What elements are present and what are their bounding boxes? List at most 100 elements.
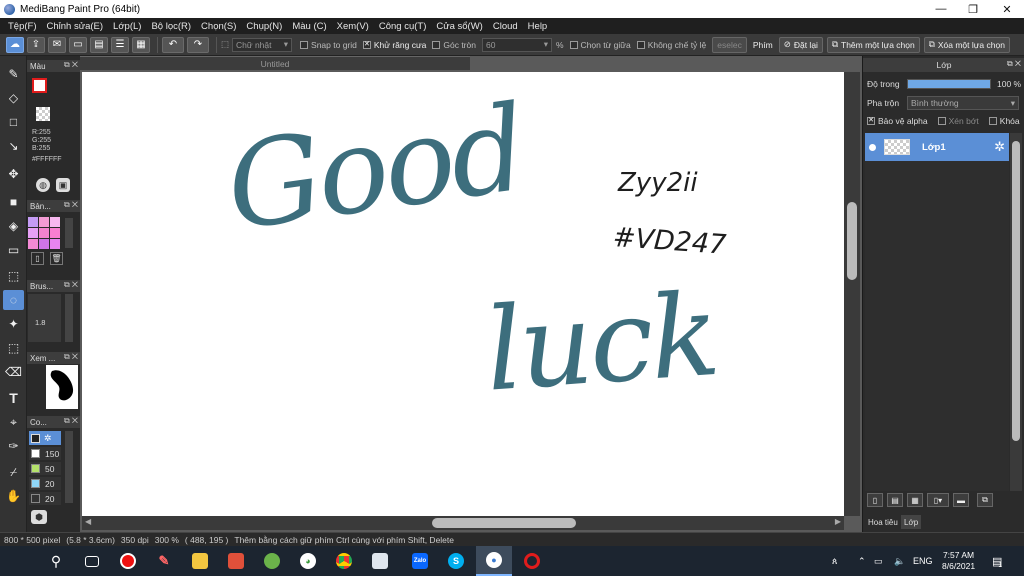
shape-dropdown[interactable]: Chữ nhật ▾ [232, 37, 293, 52]
select-pen-tool-icon[interactable]: ⬚ [3, 338, 24, 358]
lasso-tool-icon[interactable]: ◌ [3, 290, 24, 310]
zalo-app-icon[interactable]: Zalo [402, 546, 438, 576]
panel-controls-icon[interactable]: ⧉ ✕ [64, 280, 78, 290]
brush-tool-icon[interactable]: ✎ [3, 64, 24, 84]
chat-icon[interactable]: ▭ [69, 36, 87, 53]
palette-swatch[interactable] [39, 239, 49, 249]
gear-icon[interactable]: ✲ [994, 139, 1005, 155]
panel-controls-icon[interactable]: ⧉ ✕ [64, 60, 78, 70]
gear-icon[interactable]: ✲ [44, 433, 52, 444]
menu-color[interactable]: Màu (C) [287, 21, 331, 32]
palette-swatch[interactable] [50, 217, 60, 227]
menu-filter[interactable]: Bộ lọc(R) [146, 21, 196, 32]
game-app-icon[interactable] [218, 546, 254, 576]
protect-alpha-checkbox[interactable]: ✕ Bảo vệ alpha [867, 116, 928, 126]
add-layer-dropdown-icon[interactable]: ▯▾ [927, 493, 949, 507]
palette-swatch[interactable] [28, 228, 38, 238]
menu-cloud[interactable]: Cloud [488, 21, 523, 32]
deselect-button[interactable]: eselec [712, 36, 747, 53]
divide-tool-icon[interactable]: ✑ [3, 436, 24, 456]
language-indicator[interactable]: ENG [913, 546, 933, 576]
network-icon[interactable]: ▭ [874, 546, 883, 576]
dot-tool-icon[interactable]: ↘ [3, 136, 24, 156]
round-corner-checkbox[interactable]: Góc tròn [432, 40, 476, 50]
undo-icon[interactable]: ↶ [162, 36, 184, 53]
new-layer-icon[interactable]: ▯ [867, 493, 883, 507]
file-explorer-icon[interactable] [182, 546, 218, 576]
panel-controls-icon[interactable]: ⧉ ✕ [64, 200, 78, 210]
menu-capture[interactable]: Chụp(N) [241, 21, 287, 32]
panel-controls-icon[interactable]: ⧉ ✕ [64, 416, 78, 426]
comment-icon[interactable]: ✉ [48, 36, 66, 53]
redo-icon[interactable]: ↷ [187, 36, 209, 53]
gradient-tool-icon[interactable]: ▭ [3, 240, 24, 260]
close-button[interactable]: ✕ [990, 0, 1024, 18]
colorset-add-icon[interactable]: ⬢ [31, 510, 47, 524]
maximize-button[interactable]: ❐ [956, 0, 990, 18]
skype-app-icon[interactable]: S [438, 546, 474, 576]
lock-checkbox[interactable]: Khóa [988, 116, 1020, 126]
colorset-scrollbar[interactable] [65, 431, 73, 503]
chrome-browser-icon[interactable] [326, 546, 362, 576]
list-icon[interactable]: ☰ [111, 36, 129, 53]
select-tool-icon[interactable]: ⬚ [3, 266, 24, 286]
menu-edit[interactable]: Chỉnh sửa(E) [42, 21, 109, 32]
shape-tool-icon[interactable]: □ [3, 112, 24, 132]
record-app-icon[interactable] [110, 546, 146, 576]
pencil-app-icon[interactable]: ✎ [146, 546, 182, 576]
palette-scrollbar[interactable] [65, 218, 73, 248]
fill-rect-tool-icon[interactable]: ■ [3, 192, 24, 212]
volume-icon[interactable]: 🔈 [894, 546, 905, 576]
canvas-vertical-scrollbar[interactable] [844, 72, 860, 516]
transparent-color[interactable] [36, 107, 50, 121]
add-palette-icon[interactable]: ▯ [31, 252, 44, 265]
chevron-up-icon[interactable]: ⌃ [858, 546, 866, 576]
scroll-left-icon[interactable]: ◀ [85, 517, 91, 526]
minimize-button[interactable]: — [924, 0, 958, 18]
opera-browser-icon[interactable] [514, 546, 550, 576]
menu-layer[interactable]: Lớp(L) [108, 21, 146, 32]
colorset-row[interactable]: 150 [29, 447, 61, 460]
palette-swatch[interactable] [50, 239, 60, 249]
duplicate-layer-icon[interactable]: ⧉ [977, 493, 993, 507]
scrollbar-thumb[interactable] [847, 202, 857, 280]
clipping-checkbox[interactable]: Xén bớt [937, 116, 979, 126]
grid-icon[interactable]: ▦ [132, 36, 150, 53]
cloud-icon[interactable]: ☁ [6, 36, 24, 53]
new-halftone-layer-icon[interactable]: ▤ [887, 493, 903, 507]
colorset-row[interactable]: 20 [29, 477, 61, 490]
menu-tools[interactable]: Công cụ(T) [374, 21, 432, 32]
new-8bit-layer-icon[interactable]: ▦ [907, 493, 923, 507]
document-icon[interactable]: ▤ [90, 36, 108, 53]
color-palette-icon[interactable]: ▣ [56, 178, 70, 192]
person-icon[interactable]: ጰ [832, 546, 837, 576]
panel-controls-icon[interactable]: ⧉ ✕ [64, 352, 78, 362]
colorset-row[interactable]: 50 [29, 462, 61, 475]
colorset-row[interactable]: 20 [29, 492, 61, 505]
folder-icon[interactable]: ▬ [953, 493, 969, 507]
menu-view[interactable]: Xem(V) [332, 21, 374, 32]
menu-help[interactable]: Help [523, 21, 553, 32]
document-tab[interactable]: Untitled [80, 56, 470, 70]
visibility-icon[interactable] [869, 143, 876, 151]
photo-app-icon[interactable] [254, 546, 290, 576]
palette-swatch[interactable] [28, 239, 38, 249]
antialias-checkbox[interactable]: ✕ Khử răng cưa [362, 40, 426, 50]
eyedropper-tool-icon[interactable]: ⌿ [3, 462, 24, 482]
palette-swatch[interactable] [50, 228, 60, 238]
trash-icon[interactable]: 🗑 [50, 252, 63, 265]
share-icon[interactable]: ⇪ [27, 36, 45, 53]
select-center-checkbox[interactable]: Chọn từ giữa [569, 40, 631, 50]
coccoc-browser-icon[interactable]: ◕ [290, 546, 326, 576]
scroll-right-icon[interactable]: ▶ [835, 517, 841, 526]
move-tool-icon[interactable]: ✥ [3, 164, 24, 184]
tab-navigator[interactable]: Hoa tiêu [865, 515, 901, 529]
tab-layer[interactable]: Lớp [901, 515, 922, 529]
add-selection-button[interactable]: ⧉ Thêm một lựa chọn [826, 36, 920, 53]
palette-swatch[interactable] [28, 217, 38, 227]
fix-ratio-checkbox[interactable]: Không chế tỷ lệ [636, 40, 706, 50]
bucket-tool-icon[interactable]: ◈ [3, 216, 24, 236]
opacity-slider[interactable] [907, 79, 991, 89]
windows-start-icon[interactable] [0, 546, 36, 576]
menu-window[interactable]: Cửa sổ(W) [431, 21, 487, 32]
